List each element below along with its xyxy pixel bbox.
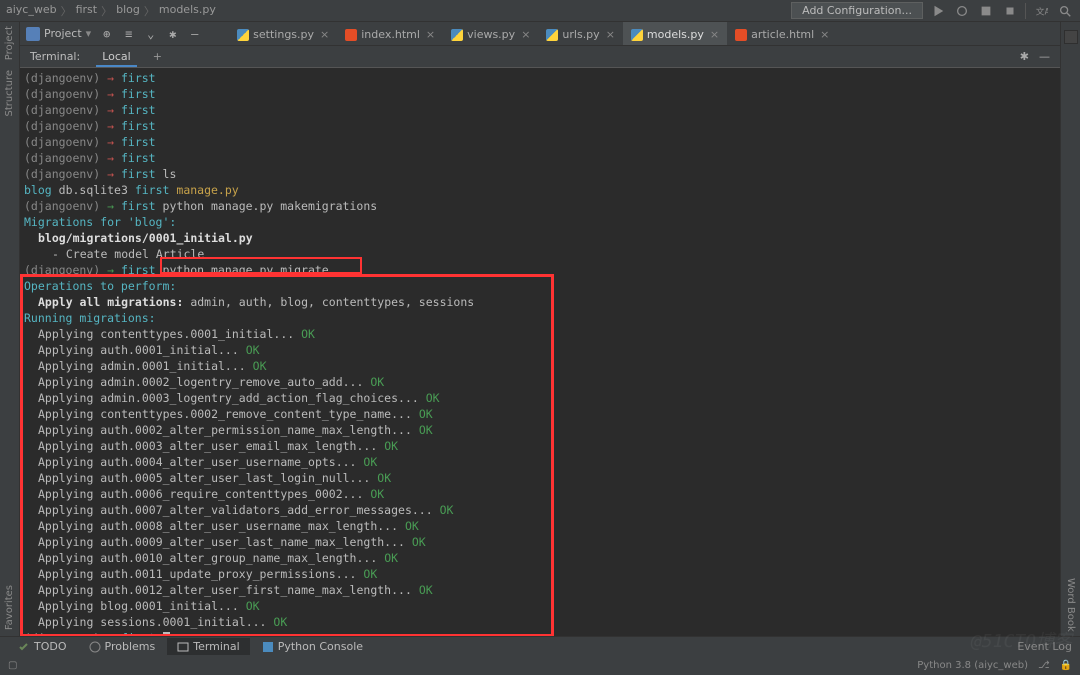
collapse-icon[interactable]: ⌄ <box>147 27 161 41</box>
watermark: @51CTO博客 <box>971 627 1072 653</box>
run-tool-icon[interactable] <box>977 2 995 20</box>
editor-tab[interactable]: models.py × <box>623 22 727 45</box>
editor-tab[interactable]: urls.py × <box>538 22 623 45</box>
editor-tab[interactable]: views.py × <box>443 22 538 45</box>
right-tool-strip: Word Book <box>1060 22 1080 636</box>
breadcrumb-file[interactable]: models.py <box>159 3 216 19</box>
tool-structure[interactable]: Structure <box>4 70 15 117</box>
editor-tab[interactable]: settings.py × <box>229 22 337 45</box>
debug-icon[interactable] <box>953 2 971 20</box>
run-icon[interactable] <box>929 2 947 20</box>
status-lock-icon[interactable]: 🔒 <box>1060 660 1072 671</box>
terminal-add-tab[interactable]: + <box>153 50 162 63</box>
close-icon[interactable]: × <box>320 28 329 41</box>
stop-icon[interactable] <box>1001 2 1019 20</box>
status-rect-icon[interactable]: ▢ <box>8 660 17 671</box>
close-icon[interactable]: × <box>521 28 530 41</box>
tab-label: urls.py <box>562 28 599 41</box>
file-type-icon <box>631 29 643 41</box>
breadcrumb-item[interactable]: aiyc_web <box>6 3 57 19</box>
tab-label: settings.py <box>253 28 314 41</box>
close-icon[interactable]: × <box>606 28 615 41</box>
hide-icon[interactable]: — <box>191 27 205 41</box>
expand-all-icon[interactable]: ≡ <box>125 27 139 41</box>
translate-icon[interactable]: 文A <box>1032 2 1050 20</box>
breadcrumb: aiyc_web〉 first〉 blog〉 models.py <box>6 3 216 19</box>
terminal-tab-local[interactable]: Local <box>96 47 137 67</box>
tab-label: views.py <box>467 28 515 41</box>
tool-favorites[interactable]: Favorites <box>4 585 15 630</box>
gear-icon[interactable]: ✱ <box>169 27 183 41</box>
tab-label: index.html <box>361 28 420 41</box>
close-icon[interactable]: × <box>820 28 829 41</box>
tool-problems[interactable]: Problems <box>79 638 166 655</box>
tool-project[interactable]: Project <box>4 26 15 60</box>
project-label[interactable]: Project <box>44 27 82 40</box>
file-type-icon <box>735 29 747 41</box>
search-icon[interactable] <box>1056 2 1074 20</box>
status-interpreter[interactable]: Python 3.8 (aiyc_web) <box>917 660 1028 671</box>
tool-word-book[interactable]: Word Book <box>1065 578 1076 632</box>
close-icon[interactable]: × <box>710 28 719 41</box>
right-strip-icon[interactable] <box>1064 30 1078 44</box>
terminal-title: Terminal: <box>30 50 80 63</box>
breadcrumb-item[interactable]: first <box>76 3 98 19</box>
terminal-output[interactable]: (djangoenv) → first (djangoenv) → first … <box>20 68 1060 636</box>
top-navbar: aiyc_web〉 first〉 blog〉 models.py Add Con… <box>0 0 1080 22</box>
project-icon <box>26 27 40 41</box>
scroll-from-source-icon[interactable]: ⊕ <box>103 27 117 41</box>
project-toolbar: Project ▾ ⊕ ≡ ⌄ ✱ — settings.py×index.ht… <box>20 22 1060 46</box>
chevron-down-icon[interactable]: ▾ <box>86 27 92 40</box>
svg-text:文A: 文A <box>1036 5 1048 17</box>
tool-python-console[interactable]: Python Console <box>252 638 373 655</box>
left-tool-strip: Project Structure Favorites <box>0 22 20 636</box>
tab-label: models.py <box>647 28 704 41</box>
breadcrumb-item[interactable]: blog <box>116 3 140 19</box>
tab-label: article.html <box>751 28 814 41</box>
file-type-icon <box>546 29 558 41</box>
terminal-hide-icon[interactable]: — <box>1039 50 1050 63</box>
terminal-settings-icon[interactable]: ✱ <box>1020 50 1029 63</box>
tool-terminal[interactable]: Terminal <box>167 638 250 655</box>
tool-todo[interactable]: TODO <box>8 638 77 655</box>
close-icon[interactable]: × <box>426 28 435 41</box>
editor-tab[interactable]: article.html × <box>727 22 837 45</box>
editor-tabs: settings.py × index.html × views.py × urls.py ×… <box>229 22 837 45</box>
status-bar: ▢ Python 3.8 (aiyc_web) ⎇ 🔒 <box>0 656 1080 675</box>
file-type-icon <box>237 29 249 41</box>
add-configuration-button[interactable]: Add Configuration... <box>791 2 923 19</box>
bottom-tool-strip: TODO Problems Terminal Python Console Ev… <box>0 636 1080 656</box>
status-git-icon[interactable]: ⎇ <box>1038 660 1050 671</box>
file-type-icon <box>451 29 463 41</box>
editor-tab[interactable]: index.html × <box>337 22 443 45</box>
terminal-panel-header: Terminal: Local + ✱ — <box>20 46 1060 68</box>
file-type-icon <box>345 29 357 41</box>
